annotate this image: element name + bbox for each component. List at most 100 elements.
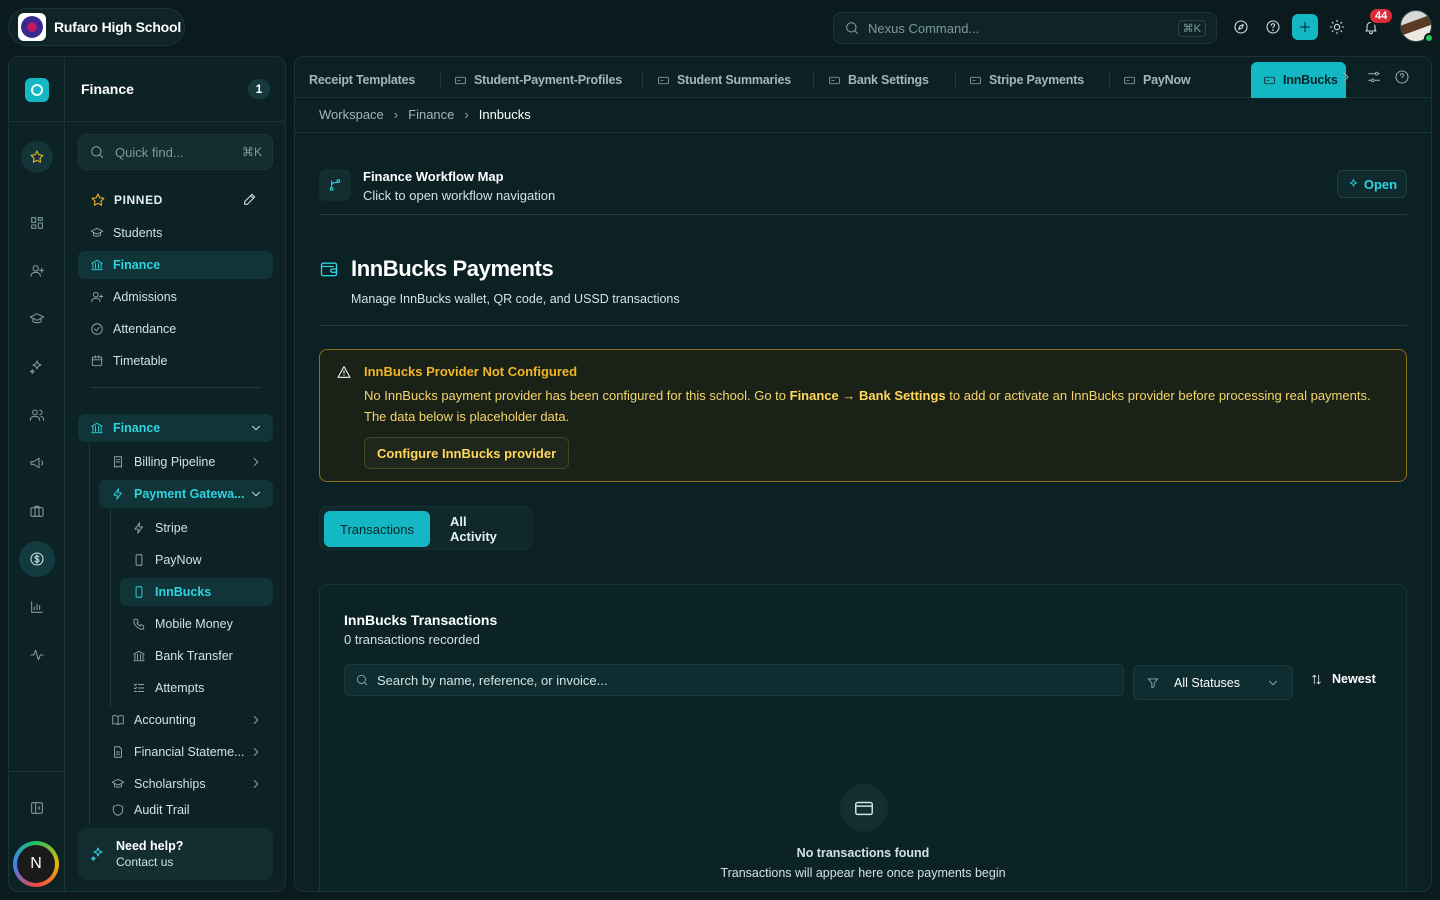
contact-us-link[interactable]: Contact us: [116, 855, 183, 869]
call-icon: [133, 618, 145, 630]
open-workflow-button[interactable]: Open: [1337, 170, 1407, 198]
configure-provider-button[interactable]: Configure InnBucks provider: [364, 437, 570, 469]
transactions-count: 0 transactions recorded: [344, 632, 480, 647]
notification-badge: 44: [1368, 7, 1395, 25]
tab-bar: Receipt Templates Student-Payment-Profil…: [295, 57, 1431, 98]
tab-transactions[interactable]: Transactions: [324, 511, 430, 547]
tab-student-payment-profiles[interactable]: Student-Payment-Profiles: [454, 63, 622, 97]
compass-icon[interactable]: [1228, 14, 1254, 40]
command-search-input[interactable]: Nexus Command... ⌘K: [833, 12, 1217, 44]
pinned-star-icon[interactable]: [21, 141, 53, 173]
briefcase-icon[interactable]: [25, 499, 49, 523]
activity-icon[interactable]: [25, 643, 49, 667]
sliders-icon[interactable]: [1366, 69, 1382, 85]
graduation-cap-icon: [111, 778, 125, 788]
sparkles-icon: [90, 847, 103, 861]
workflow-subtitle: Click to open workflow navigation: [363, 188, 556, 203]
sidebar-item-innbucks[interactable]: InnBucks: [120, 578, 273, 606]
sidebar-item-stripe[interactable]: Stripe: [120, 514, 273, 542]
chevron-down-icon: [252, 425, 260, 431]
tab-bank-settings[interactable]: Bank Settings: [828, 63, 929, 97]
search-icon: [846, 22, 858, 34]
tabs-overflow-icon[interactable]: [1338, 69, 1354, 85]
sidebar-item-billing-pipeline[interactable]: Billing Pipeline: [99, 448, 273, 476]
workspace-avatar[interactable]: N: [13, 841, 59, 887]
filter-icon: [1147, 677, 1159, 688]
tab-card-icon: [829, 76, 840, 84]
sidebar-item-students[interactable]: Students: [78, 219, 273, 247]
sidebar-item-timetable[interactable]: Timetable: [78, 347, 273, 375]
wallet-icon: [319, 259, 339, 279]
help-icon[interactable]: [1260, 14, 1286, 40]
sidebar-section-finance[interactable]: Finance: [78, 414, 273, 442]
search-icon: [91, 146, 103, 158]
workflow-map-card[interactable]: Finance Workflow Map Click to open workf…: [319, 167, 1407, 215]
sidebar-item-bank-transfer[interactable]: Bank Transfer: [120, 642, 273, 670]
chevron-down-icon: [1269, 680, 1277, 685]
tab-card-icon: [970, 76, 981, 84]
megaphone-icon[interactable]: [25, 451, 49, 475]
sidebar-item-accounting[interactable]: Accounting: [99, 706, 273, 734]
workflow-branch-icon: [319, 169, 351, 201]
help-icon[interactable]: [1394, 69, 1410, 85]
sidebar-item-paynow[interactable]: PayNow: [120, 546, 273, 574]
breadcrumb: Workspace › Finance › Innbucks: [319, 107, 531, 122]
dashboard-grid-icon[interactable]: [25, 211, 49, 235]
tab-innbucks[interactable]: InnBucks: [1251, 62, 1346, 98]
chevron-right-icon: [253, 748, 259, 756]
chevron-right-icon: ›: [464, 107, 469, 122]
tab-all-activity[interactable]: All Activity: [434, 511, 528, 547]
nav-title: Finance: [81, 81, 134, 97]
page-subtitle: Manage InnBucks wallet, QR code, and USS…: [351, 292, 680, 306]
chevron-right-icon: [253, 716, 259, 724]
bar-chart-icon[interactable]: [25, 595, 49, 619]
school-logo: [18, 13, 46, 41]
sidebar-item-financial-statements[interactable]: Financial Stateme...: [99, 738, 273, 766]
bank-icon: [91, 422, 103, 434]
tab-stripe-payments[interactable]: Stripe Payments: [969, 63, 1084, 97]
left-sidebar: N Finance 1 Quick find... ⌘K PINNED Stud…: [8, 56, 286, 892]
check-circle-icon: [91, 323, 103, 335]
school-switcher[interactable]: Rufaro High School: [8, 8, 185, 46]
transactions-search-input[interactable]: Search by name, reference, or invoice...: [344, 664, 1124, 696]
graduation-cap-icon[interactable]: [25, 307, 49, 331]
sidebar-item-admissions[interactable]: Admissions: [78, 283, 273, 311]
chevron-right-icon: [253, 780, 259, 788]
page-title: InnBucks Payments: [351, 256, 554, 281]
sparkles-icon[interactable]: [25, 355, 49, 379]
user-plus-icon: [91, 291, 104, 303]
sidebar-item-attendance[interactable]: Attendance: [78, 315, 273, 343]
sidebar-item-mobile-money[interactable]: Mobile Money: [120, 610, 273, 638]
tab-paynow[interactable]: PayNow: [1123, 63, 1191, 97]
tab-student-summaries[interactable]: Student Summaries: [657, 63, 791, 97]
sidebar-item-scholarships[interactable]: Scholarships: [99, 770, 273, 798]
sidebar-item-payment-gateways[interactable]: Payment Gatewa...: [99, 480, 273, 508]
sidebar-item-attempts[interactable]: Attempts: [120, 674, 273, 702]
online-status-dot: [1424, 33, 1434, 43]
dollar-circle-icon[interactable]: [19, 541, 55, 577]
phone-icon: [135, 554, 143, 566]
add-icon[interactable]: [1292, 14, 1318, 40]
bank-settings-link[interactable]: Finance → Bank Settings: [790, 388, 946, 403]
users-icon[interactable]: [25, 403, 49, 427]
user-plus-icon[interactable]: [25, 259, 49, 283]
tab-card-icon: [455, 76, 466, 84]
empty-state-title: No transactions found: [796, 846, 930, 860]
edit-pinned-icon[interactable]: [242, 191, 258, 207]
sidebar-item-audit-trail[interactable]: Audit Trail: [99, 802, 273, 820]
bolt-icon: [113, 488, 122, 500]
status-filter-select[interactable]: All Statuses: [1133, 665, 1293, 700]
breadcrumb-workspace[interactable]: Workspace: [319, 107, 384, 122]
tab-receipt-templates[interactable]: Receipt Templates: [309, 63, 415, 97]
school-name: Rufaro High School: [54, 19, 182, 35]
app-logo-icon[interactable]: [25, 78, 49, 102]
alert-body: No InnBucks payment provider has been co…: [364, 388, 1371, 424]
theme-toggle-sun-icon[interactable]: [1324, 14, 1350, 40]
collapse-sidebar-icon[interactable]: [25, 796, 49, 820]
breadcrumb-finance[interactable]: Finance: [408, 107, 454, 122]
sort-button[interactable]: Newest: [1310, 672, 1376, 686]
quick-find-input[interactable]: Quick find... ⌘K: [78, 134, 273, 170]
graduation-cap-icon: [90, 227, 104, 237]
sidebar-item-finance[interactable]: Finance: [78, 251, 273, 279]
help-card[interactable]: Need help? Contact us: [78, 828, 273, 880]
